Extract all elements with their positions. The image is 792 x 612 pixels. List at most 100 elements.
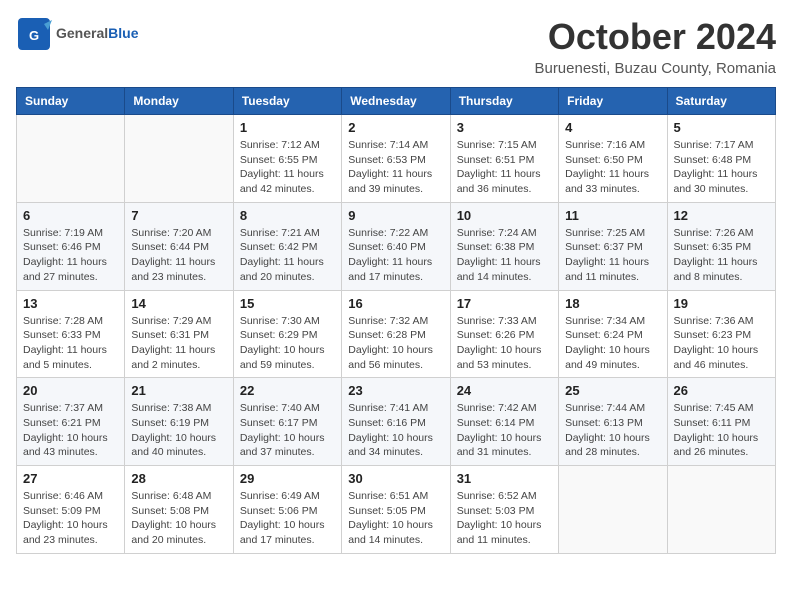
day-info: Sunrise: 7:12 AMSunset: 6:55 PMDaylight:… (240, 138, 335, 197)
calendar-week-3: 13 Sunrise: 7:28 AMSunset: 6:33 PMDayligh… (17, 290, 776, 378)
subtitle: Buruenesti, Buzau County, Romania (534, 60, 776, 77)
day-number: 7 (131, 208, 226, 223)
weekday-header-thursday: Thursday (450, 88, 558, 115)
calendar-week-2: 6Sunrise: 7:19 AMSunset: 6:46 PMDaylight… (17, 202, 776, 290)
calendar-cell: 17Sunrise: 7:33 AMSunset: 6:26 PMDayligh… (450, 290, 558, 378)
day-number: 26 (674, 383, 769, 398)
day-number: 23 (348, 383, 443, 398)
svg-text:G: G (29, 28, 39, 43)
day-info: Sunrise: 7:38 AMSunset: 6:19 PMDaylight:… (131, 401, 226, 460)
calendar-cell: 1Sunrise: 7:12 AMSunset: 6:55 PMDaylight… (233, 115, 341, 203)
day-number: 16 (348, 296, 443, 311)
day-info: Sunrise: 6:49 AMSunset: 5:06 PMDaylight:… (240, 489, 335, 548)
day-info: Sunrise: 6:48 AMSunset: 5:08 PMDaylight:… (131, 489, 226, 548)
day-info: Sunrise: 7:15 AMSunset: 6:51 PMDaylight:… (457, 138, 552, 197)
day-number: 14 (131, 296, 226, 311)
calendar-cell: 13 Sunrise: 7:28 AMSunset: 6:33 PMDayligh… (17, 290, 125, 378)
day-info: Sunrise: 7:34 AMSunset: 6:24 PMDaylight:… (565, 314, 660, 373)
calendar-cell: 22 Sunrise: 7:40 AMSunset: 6:17 PMDayligh… (233, 378, 341, 466)
day-info: Sunrise: 7:28 AMSunset: 6:33 PMDaylight:… (23, 314, 118, 373)
weekday-header-saturday: Saturday (667, 88, 775, 115)
day-info: Sunrise: 7:22 AMSunset: 6:40 PMDaylight:… (348, 226, 443, 285)
calendar-cell (667, 466, 775, 554)
day-info: Sunrise: 7:41 AMSunset: 6:16 PMDaylight:… (348, 401, 443, 460)
day-info: Sunrise: 7:36 AMSunset: 6:23 PMDaylight:… (674, 314, 769, 373)
calendar-cell: 6Sunrise: 7:19 AMSunset: 6:46 PMDaylight… (17, 202, 125, 290)
day-info: Sunrise: 7:16 AMSunset: 6:50 PMDaylight:… (565, 138, 660, 197)
calendar-cell: 11Sunrise: 7:25 AMSunset: 6:37 PMDayligh… (559, 202, 667, 290)
calendar-cell: 19Sunrise: 7:36 AMSunset: 6:23 PMDayligh… (667, 290, 775, 378)
day-number: 30 (348, 471, 443, 486)
calendar-cell: 29 Sunrise: 6:49 AMSunset: 5:06 PMDayligh… (233, 466, 341, 554)
weekday-header-sunday: Sunday (17, 88, 125, 115)
logo-general: General (56, 25, 108, 41)
calendar-cell: 31Sunrise: 6:52 AMSunset: 5:03 PMDayligh… (450, 466, 558, 554)
day-info: Sunrise: 7:24 AMSunset: 6:38 PMDaylight:… (457, 226, 552, 285)
calendar-cell: 23 Sunrise: 7:41 AMSunset: 6:16 PMDayligh… (342, 378, 450, 466)
calendar-cell: 2Sunrise: 7:14 AMSunset: 6:53 PMDaylight… (342, 115, 450, 203)
weekday-header-wednesday: Wednesday (342, 88, 450, 115)
weekday-header-friday: Friday (559, 88, 667, 115)
day-number: 5 (674, 120, 769, 135)
calendar-cell: 28Sunrise: 6:48 AMSunset: 5:08 PMDayligh… (125, 466, 233, 554)
weekday-header-tuesday: Tuesday (233, 88, 341, 115)
day-number: 20 (23, 383, 118, 398)
day-info: Sunrise: 6:51 AMSunset: 5:05 PMDaylight:… (348, 489, 443, 548)
month-title: October 2024 (534, 16, 776, 58)
calendar-cell: 25 Sunrise: 7:44 AMSunset: 6:13 PMDayligh… (559, 378, 667, 466)
calendar-week-4: 20 Sunrise: 7:37 AMSunset: 6:21 PMDayligh… (17, 378, 776, 466)
calendar-cell: 4 Sunrise: 7:16 AMSunset: 6:50 PMDaylight… (559, 115, 667, 203)
day-number: 21 (131, 383, 226, 398)
logo: G GeneralBlue (16, 16, 138, 52)
day-info: Sunrise: 7:29 AMSunset: 6:31 PMDaylight:… (131, 314, 226, 373)
day-number: 27 (23, 471, 118, 486)
day-info: Sunrise: 7:45 AMSunset: 6:11 PMDaylight:… (674, 401, 769, 460)
day-info: Sunrise: 7:32 AMSunset: 6:28 PMDaylight:… (348, 314, 443, 373)
calendar-cell (17, 115, 125, 203)
calendar-cell: 18 Sunrise: 7:34 AMSunset: 6:24 PMDayligh… (559, 290, 667, 378)
day-number: 12 (674, 208, 769, 223)
calendar-cell: 9Sunrise: 7:22 AMSunset: 6:40 PMDaylight… (342, 202, 450, 290)
calendar-week-5: 27 Sunrise: 6:46 AMSunset: 5:09 PMDayligh… (17, 466, 776, 554)
calendar-cell: 12 Sunrise: 7:26 AMSunset: 6:35 PMDayligh… (667, 202, 775, 290)
day-info: Sunrise: 7:37 AMSunset: 6:21 PMDaylight:… (23, 401, 118, 460)
day-number: 29 (240, 471, 335, 486)
calendar-week-1: 1Sunrise: 7:12 AMSunset: 6:55 PMDaylight… (17, 115, 776, 203)
calendar-cell: 16 Sunrise: 7:32 AMSunset: 6:28 PMDayligh… (342, 290, 450, 378)
day-number: 17 (457, 296, 552, 311)
calendar-cell (125, 115, 233, 203)
day-number: 13 (23, 296, 118, 311)
day-info: Sunrise: 6:46 AMSunset: 5:09 PMDaylight:… (23, 489, 118, 548)
page-header: G GeneralBlue October 2024 Buruenesti, B… (16, 16, 776, 77)
day-number: 4 (565, 120, 660, 135)
day-info: Sunrise: 7:30 AMSunset: 6:29 PMDaylight:… (240, 314, 335, 373)
day-number: 22 (240, 383, 335, 398)
day-number: 15 (240, 296, 335, 311)
calendar-cell: 14 Sunrise: 7:29 AMSunset: 6:31 PMDayligh… (125, 290, 233, 378)
calendar-cell: 3 Sunrise: 7:15 AMSunset: 6:51 PMDaylight… (450, 115, 558, 203)
day-info: Sunrise: 7:44 AMSunset: 6:13 PMDaylight:… (565, 401, 660, 460)
calendar-cell: 26 Sunrise: 7:45 AMSunset: 6:11 PMDayligh… (667, 378, 775, 466)
calendar-cell: 15 Sunrise: 7:30 AMSunset: 6:29 PMDayligh… (233, 290, 341, 378)
day-number: 3 (457, 120, 552, 135)
day-number: 18 (565, 296, 660, 311)
day-number: 25 (565, 383, 660, 398)
day-info: Sunrise: 7:19 AMSunset: 6:46 PMDaylight:… (23, 226, 118, 285)
day-info: Sunrise: 7:40 AMSunset: 6:17 PMDaylight:… (240, 401, 335, 460)
day-info: Sunrise: 6:52 AMSunset: 5:03 PMDaylight:… (457, 489, 552, 548)
day-number: 8 (240, 208, 335, 223)
calendar-header-row: SundayMondayTuesdayWednesdayThursdayFrid… (17, 88, 776, 115)
day-number: 11 (565, 208, 660, 223)
calendar-cell: 20 Sunrise: 7:37 AMSunset: 6:21 PMDayligh… (17, 378, 125, 466)
day-info: Sunrise: 7:26 AMSunset: 6:35 PMDaylight:… (674, 226, 769, 285)
calendar-table: SundayMondayTuesdayWednesdayThursdayFrid… (16, 87, 776, 554)
day-number: 10 (457, 208, 552, 223)
day-info: Sunrise: 7:20 AMSunset: 6:44 PMDaylight:… (131, 226, 226, 285)
title-area: October 2024 Buruenesti, Buzau County, R… (534, 16, 776, 77)
calendar-cell: 10 Sunrise: 7:24 AMSunset: 6:38 PMDayligh… (450, 202, 558, 290)
calendar-cell (559, 466, 667, 554)
logo-blue: Blue (108, 25, 138, 41)
calendar-cell: 24Sunrise: 7:42 AMSunset: 6:14 PMDayligh… (450, 378, 558, 466)
calendar-cell: 7 Sunrise: 7:20 AMSunset: 6:44 PMDaylight… (125, 202, 233, 290)
calendar-cell: 30 Sunrise: 6:51 AMSunset: 5:05 PMDayligh… (342, 466, 450, 554)
